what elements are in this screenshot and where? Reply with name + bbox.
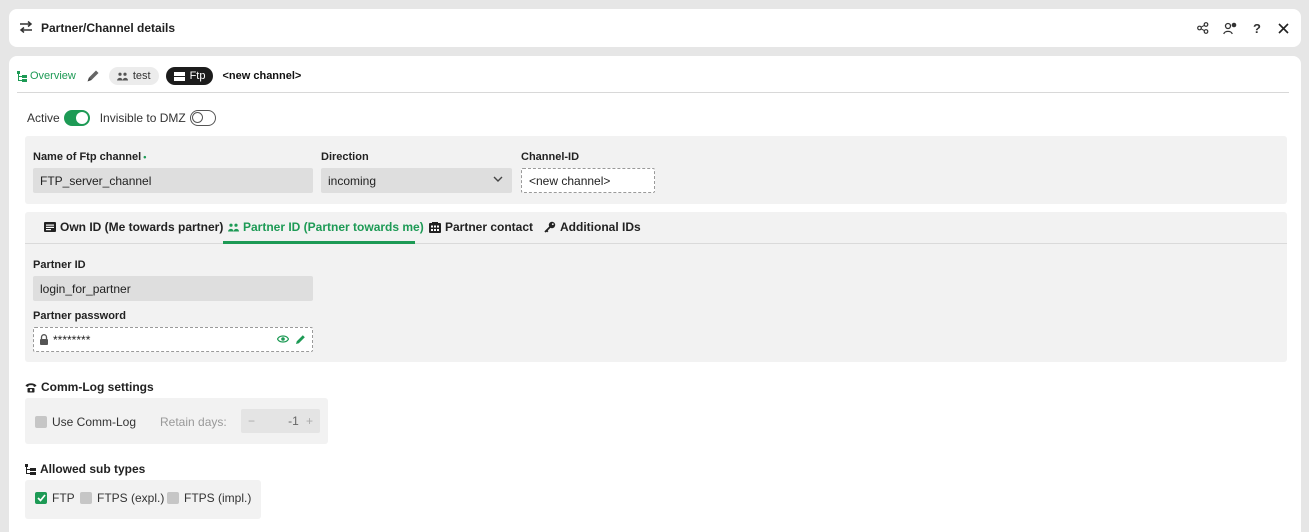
- password-actions: [277, 334, 306, 345]
- toggle-row: Active Invisible to DMZ: [27, 110, 226, 126]
- close-button[interactable]: [1274, 19, 1292, 37]
- user-settings-button[interactable]: [1221, 19, 1239, 37]
- commlog-title: Comm-Log settings: [25, 380, 154, 394]
- retain-days-label: Retain days:: [160, 415, 227, 429]
- active-tab-indicator: [223, 241, 415, 244]
- user-settings-icon: [1223, 22, 1237, 34]
- channel-id-value: <new channel>: [529, 173, 611, 188]
- window-title: Partner/Channel details: [41, 21, 176, 35]
- swap-icon: [19, 21, 33, 33]
- phone-book-icon: [429, 221, 441, 233]
- checkbox-box: [167, 492, 179, 504]
- help-button[interactable]: ?: [1248, 19, 1266, 37]
- partner-icon: [116, 72, 128, 80]
- increment-button[interactable]: +: [306, 414, 313, 428]
- channel-panel: Name of Ftp channel • FTP_server_channel …: [25, 136, 1287, 204]
- direction-select[interactable]: incoming: [321, 168, 512, 193]
- subtypes-title: Allowed sub types: [25, 462, 145, 476]
- pencil-icon: [87, 70, 99, 82]
- id-card-icon: [44, 222, 56, 232]
- subtype-ftps-expl-checkbox[interactable]: FTPS (expl.): [80, 491, 164, 505]
- phone-icon: [25, 382, 37, 392]
- use-commlog-checkbox[interactable]: Use Comm-Log: [35, 415, 136, 429]
- chevron-down-icon: [493, 176, 503, 182]
- tab-bar: Own ID (Me towards partner) Partner ID (…: [25, 212, 1287, 244]
- current-channel: <new channel>: [222, 70, 302, 82]
- overview-link[interactable]: Overview: [17, 70, 76, 82]
- tree-icon: [17, 70, 27, 82]
- close-icon: [1277, 22, 1289, 34]
- name-label: Name of Ftp channel •: [33, 151, 147, 163]
- partner-id-value: login_for_partner: [40, 281, 131, 296]
- checkbox-box: [35, 492, 47, 504]
- id-tab-panel: Own ID (Me towards partner) Partner ID (…: [25, 212, 1287, 362]
- breadcrumb: Overview test Ftp <new channel>: [17, 66, 301, 86]
- tab-own-id[interactable]: Own ID (Me towards partner): [44, 220, 223, 234]
- channel-name-field[interactable]: FTP_server_channel: [33, 168, 313, 193]
- tree-icon: [25, 463, 36, 475]
- tab-partner-id[interactable]: Partner ID (Partner towards me): [228, 220, 424, 234]
- subtype-label: FTPS (expl.): [97, 491, 165, 505]
- channel-type-label: Ftp: [189, 70, 206, 82]
- divider: [17, 92, 1289, 93]
- checkbox-box: [80, 492, 92, 504]
- password-value: ********: [53, 332, 91, 347]
- commlog-panel: Use Comm-Log Retain days: − -1 +: [25, 398, 328, 444]
- server-icon: [173, 71, 185, 81]
- direction-label: Direction: [321, 151, 369, 163]
- share-icon: [1197, 22, 1209, 34]
- subtype-label: FTP: [52, 491, 75, 505]
- channel-type-chip[interactable]: Ftp: [165, 67, 214, 85]
- partner-password-label: Partner password: [33, 310, 126, 322]
- tab-partner-contact[interactable]: Partner contact: [429, 220, 533, 234]
- pencil-icon[interactable]: [295, 334, 306, 345]
- subtype-ftps-impl-checkbox[interactable]: FTPS (impl.): [167, 491, 251, 505]
- eye-icon[interactable]: [277, 334, 289, 344]
- title-bar: Partner/Channel details ?: [9, 9, 1301, 47]
- key-icon: [544, 221, 556, 233]
- main-panel: Overview test Ftp <new channel> Active I…: [9, 56, 1301, 532]
- retain-days-stepper[interactable]: − -1 +: [241, 409, 320, 433]
- decrement-button[interactable]: −: [248, 414, 255, 428]
- share-button[interactable]: [1194, 19, 1212, 37]
- subtypes-panel: FTP FTPS (expl.) FTPS (impl.): [25, 480, 261, 519]
- partner-id-label: Partner ID: [33, 259, 86, 271]
- retain-days-value: -1: [288, 414, 299, 428]
- partner-id-field[interactable]: login_for_partner: [33, 276, 313, 301]
- channel-name-value: FTP_server_channel: [40, 173, 152, 188]
- direction-value: incoming: [328, 173, 377, 188]
- active-label: Active: [27, 111, 60, 125]
- overview-label: Overview: [30, 70, 76, 82]
- channel-id-field: <new channel>: [521, 168, 655, 193]
- partner-icon: [228, 223, 239, 231]
- lock-icon: [40, 334, 48, 345]
- dmz-label: Invisible to DMZ: [99, 111, 186, 125]
- active-toggle[interactable]: [63, 110, 90, 126]
- help-icon: ?: [1253, 20, 1261, 36]
- partner-chip[interactable]: test: [108, 67, 159, 85]
- tab-additional-ids[interactable]: Additional IDs: [544, 220, 641, 234]
- subtype-label: FTPS (impl.): [184, 491, 252, 505]
- required-mark: •: [143, 152, 147, 162]
- channel-id-label: Channel-ID: [521, 151, 580, 163]
- checkbox-box: [35, 416, 47, 428]
- checkmark-icon: [36, 494, 46, 502]
- partner-chip-label: test: [132, 70, 151, 82]
- subtype-ftp-checkbox[interactable]: FTP: [35, 491, 75, 505]
- use-commlog-label: Use Comm-Log: [52, 415, 137, 429]
- partner-password-field[interactable]: ********: [33, 327, 313, 352]
- dmz-toggle[interactable]: [189, 110, 216, 126]
- edit-button[interactable]: [86, 68, 102, 84]
